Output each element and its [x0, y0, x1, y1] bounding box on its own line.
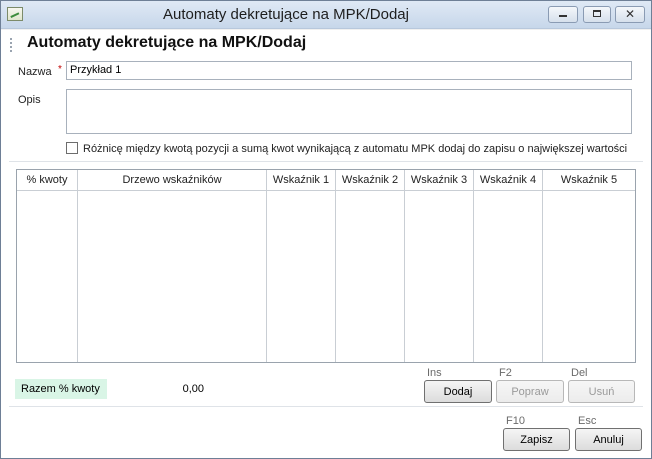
- grid-column: Wskaźnik 5: [543, 170, 635, 362]
- add-shortcut-hint: Ins: [427, 367, 442, 379]
- cancel-shortcut-hint: Esc: [578, 415, 597, 427]
- dialog-content: Automaty dekretujące na MPK/Dodaj Nazwa …: [1, 30, 651, 458]
- grid-column: Drzewo wskaźników: [78, 170, 267, 362]
- grid-column: % kwoty: [17, 170, 78, 362]
- save-button[interactable]: Zapisz: [503, 428, 570, 451]
- grid-column: Wskaźnik 4: [474, 170, 543, 362]
- maximize-icon: [593, 10, 601, 17]
- nazwa-label: Nazwa: [18, 66, 52, 78]
- difference-checkbox[interactable]: [66, 142, 78, 154]
- close-icon: ✕: [624, 7, 636, 21]
- column-header-wskaznik-3[interactable]: Wskaźnik 3: [405, 170, 473, 191]
- title-bar[interactable]: Automaty dekretujące na MPK/Dodaj ✕: [1, 1, 651, 29]
- column-header-wskaznik-2[interactable]: Wskaźnik 2: [336, 170, 404, 191]
- close-button[interactable]: ✕: [615, 6, 645, 23]
- grid-column: Wskaźnik 1: [267, 170, 336, 362]
- opis-label: Opis: [18, 94, 41, 106]
- column-header-percent[interactable]: % kwoty: [17, 170, 77, 191]
- page-title: Automaty dekretujące na MPK/Dodaj: [27, 34, 307, 51]
- dialog-window: Automaty dekretujące na MPK/Dodaj ✕ Auto…: [0, 0, 652, 459]
- column-header-wskaznik-1[interactable]: Wskaźnik 1: [267, 170, 335, 191]
- minimize-button[interactable]: [548, 6, 578, 23]
- maximize-button[interactable]: [583, 6, 611, 23]
- grid-column: Wskaźnik 3: [405, 170, 474, 362]
- column-header-wskaznik-5[interactable]: Wskaźnik 5: [543, 170, 635, 191]
- sum-percent-value: 0,00: [107, 379, 207, 399]
- grid-column: Wskaźnik 2: [336, 170, 405, 362]
- required-mark: *: [58, 64, 62, 75]
- cancel-button[interactable]: Anuluj: [575, 428, 642, 451]
- mpk-grid[interactable]: % kwoty Drzewo wskaźników Wskaźnik 1 Wsk…: [16, 169, 636, 363]
- nazwa-input[interactable]: Przykład 1: [66, 61, 632, 80]
- toolbar-grip-icon: [10, 38, 12, 52]
- sum-percent-label: Razem % kwoty: [15, 379, 107, 399]
- edit-button[interactable]: Popraw: [496, 380, 564, 403]
- column-header-wskaznik-4[interactable]: Wskaźnik 4: [474, 170, 542, 191]
- window-title: Automaty dekretujące na MPK/Dodaj: [163, 6, 409, 23]
- add-button[interactable]: Dodaj: [424, 380, 492, 403]
- delete-button[interactable]: Usuń: [568, 380, 635, 403]
- save-shortcut-hint: F10: [506, 415, 525, 427]
- column-header-tree[interactable]: Drzewo wskaźników: [78, 170, 266, 191]
- delete-shortcut-hint: Del: [571, 367, 588, 379]
- opis-textarea[interactable]: [66, 89, 632, 134]
- minimize-icon: [559, 15, 567, 17]
- edit-shortcut-hint: F2: [499, 367, 512, 379]
- difference-checkbox-label: Różnicę między kwotą pozycji a sumą kwot…: [83, 143, 628, 155]
